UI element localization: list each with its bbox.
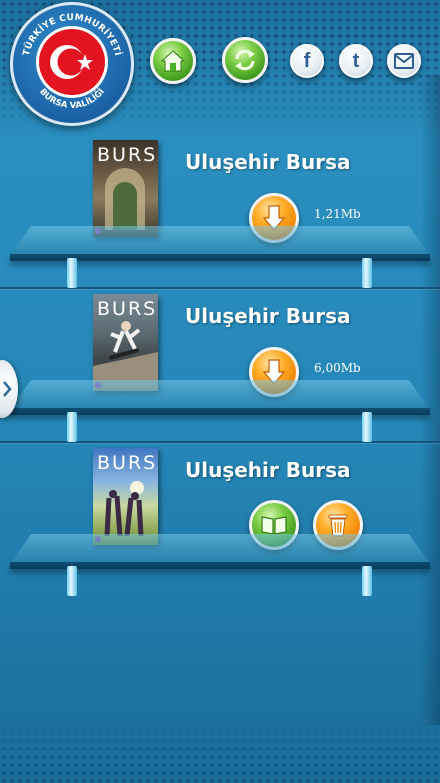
side-menu-tab[interactable] (0, 360, 18, 418)
refresh-icon (235, 49, 255, 71)
shelf-bracket (362, 566, 372, 596)
turkish-flag-icon (39, 29, 105, 95)
shelf-bracket (67, 566, 77, 596)
magazine-cover[interactable]: BURSA (93, 294, 158, 391)
shelf-bracket (362, 412, 372, 442)
shelf (10, 380, 430, 410)
magazine-title: Uluşehir Bursa (185, 304, 351, 328)
twitter-icon: t (352, 50, 360, 72)
footer-pattern (0, 713, 440, 783)
shelf (10, 534, 430, 564)
refresh-button[interactable] (222, 37, 268, 83)
magazine-title: Uluşehir Bursa (185, 150, 351, 174)
chevron-right-icon (3, 381, 12, 397)
home-button[interactable] (150, 38, 196, 84)
row-divider (0, 287, 440, 289)
magazine-cover[interactable]: BURSA (93, 448, 158, 545)
row-divider (0, 441, 440, 443)
bursa-valiligi-logo: TÜRKİYE CUMHURİYETİ BURSA VALİLİĞİ (10, 2, 134, 126)
shelf-bracket (362, 258, 372, 288)
magazine-title: Uluşehir Bursa (185, 458, 351, 482)
open-book-icon (261, 516, 287, 535)
facebook-icon: f (303, 50, 311, 72)
mail-button[interactable] (387, 44, 421, 78)
file-size: 1,21Mb (314, 207, 361, 221)
twitter-button[interactable]: t (339, 44, 373, 78)
mail-icon (394, 53, 414, 69)
shelf-bracket (67, 412, 77, 442)
facebook-button[interactable]: f (290, 44, 324, 78)
shelf (10, 226, 430, 256)
file-size: 6,00Mb (314, 361, 361, 375)
home-icon (160, 50, 186, 72)
magazine-cover[interactable]: BURSA (93, 140, 158, 237)
shelf-bracket (67, 258, 77, 288)
